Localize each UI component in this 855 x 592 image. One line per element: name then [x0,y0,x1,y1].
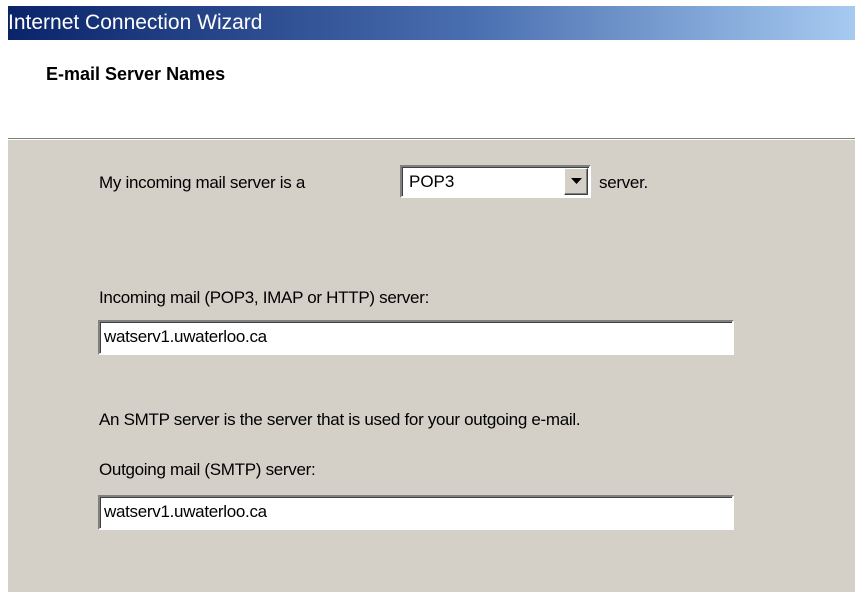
incoming-type-suffix-label: server. [599,173,648,192]
incoming-server-type-value: POP3 [409,172,455,191]
incoming-server-input[interactable] [102,324,724,350]
outgoing-server-field[interactable] [98,495,734,530]
incoming-server-type-select[interactable]: POP3 [400,165,591,198]
dropdown-button[interactable] [564,168,588,195]
outgoing-server-label: Outgoing mail (SMTP) server: [99,460,316,479]
incoming-server-label: Incoming mail (POP3, IMAP or HTTP) serve… [99,288,429,307]
page-title: E-mail Server Names [46,64,226,84]
incoming-type-prefix-label: My incoming mail server is a [99,173,306,192]
incoming-server-field[interactable] [98,320,734,355]
body-panel: My incoming mail server is a POP3 server… [8,140,855,592]
wizard-window: Internet Connection Wizard E-mail Server… [0,0,855,592]
outgoing-server-input[interactable] [102,499,724,525]
smtp-description-text: An SMTP server is the server that is use… [99,410,581,429]
window-title: Internet Connection Wizard [8,11,263,34]
header-panel: E-mail Server Names [8,40,855,140]
title-bar[interactable]: Internet Connection Wizard [8,6,855,40]
chevron-down-icon [571,178,582,184]
